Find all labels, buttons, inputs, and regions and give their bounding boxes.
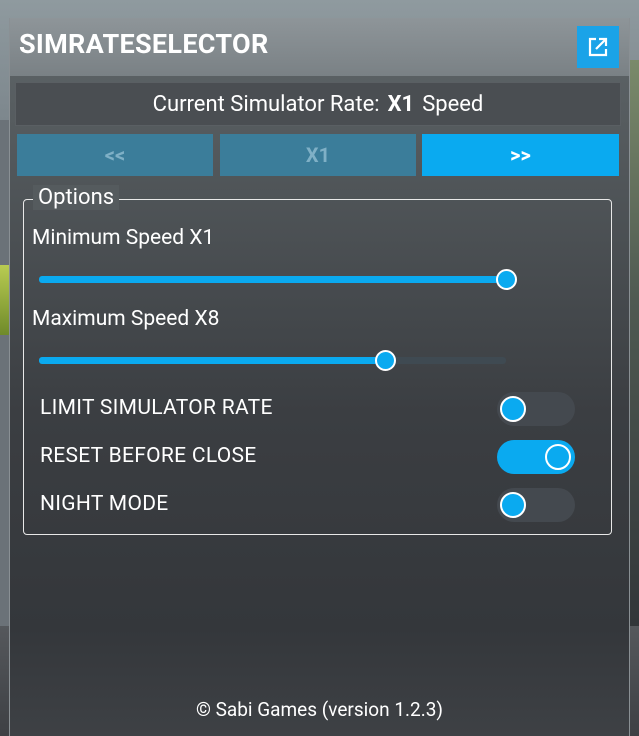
min-speed-label: Minimum Speed X1 [32,226,215,250]
limit-rate-label: LIMIT SIMULATOR RATE [40,396,273,420]
toggle-knob [545,444,571,470]
toggle-row-limit-rate: LIMIT SIMULATOR RATE [40,392,600,428]
current-rate-button[interactable]: X1 [220,134,416,176]
max-speed-slider[interactable] [39,350,506,371]
popout-button[interactable] [577,26,619,68]
title-bar: SIMRATESELECTOR [10,18,629,76]
max-speed-label: Maximum Speed X8 [32,307,220,331]
toggle-knob [500,492,526,518]
simrate-panel: SIMRATESELECTOR Current Simulator Rate: … [9,18,630,736]
options-group: Options Minimum Speed X1 Maximum Speed X… [23,185,612,535]
decrease-rate-button[interactable]: << [17,134,213,176]
night-mode-label: NIGHT MODE [40,492,169,516]
rate-button-row: << X1 >> [17,134,619,176]
options-legend: Options [33,185,120,210]
limit-rate-toggle[interactable] [497,392,575,426]
current-rate-value: X1 [387,91,415,117]
panel-title: SIMRATESELECTOR [19,28,269,60]
reset-before-close-toggle[interactable] [497,440,575,474]
min-speed-slider[interactable] [39,269,517,290]
current-rate-prefix: Current Simulator Rate: [152,91,380,117]
max-speed-slider-fill [39,357,385,364]
footer-version: © Sabi Games (version 1.2.3) [195,698,444,721]
min-speed-slider-fill [39,276,506,283]
toggle-row-night-mode: NIGHT MODE [40,488,600,524]
max-speed-slider-thumb[interactable] [374,350,396,371]
min-speed-slider-thumb[interactable] [496,269,517,290]
increase-rate-button[interactable]: >> [422,134,619,176]
reset-before-close-label: RESET BEFORE CLOSE [40,444,257,468]
night-mode-toggle[interactable] [497,488,575,522]
current-rate-display: Current Simulator Rate: X1 Speed [15,82,621,126]
external-link-icon [588,37,608,57]
toggle-knob [500,396,526,422]
toggle-row-reset-before-close: RESET BEFORE CLOSE [40,440,600,476]
current-rate-suffix: Speed [422,91,484,117]
